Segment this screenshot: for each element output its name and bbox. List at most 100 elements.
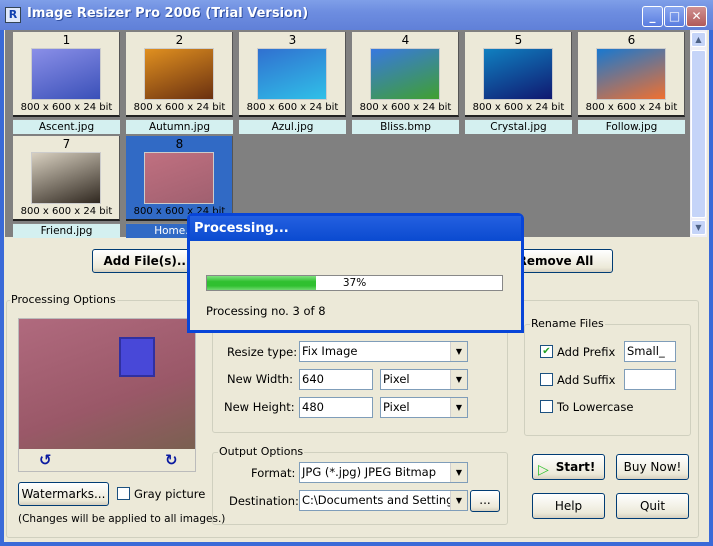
browse-button[interactable]: ... — [470, 490, 500, 512]
thumb-info: 800 x 600 x 24 bit — [133, 102, 226, 113]
thumb-image — [31, 48, 101, 100]
thumb-image — [483, 48, 553, 100]
thumb-filename: Follow.jpg — [578, 119, 685, 134]
format-label: Format: — [251, 466, 296, 480]
width-unit-select[interactable]: Pixel ▼ — [380, 369, 468, 390]
thumb-info: 800 x 600 x 24 bit — [20, 206, 113, 217]
format-select[interactable]: JPG (*.jpg) JPEG Bitmap ▼ — [299, 462, 468, 483]
thumb-info: 800 x 600 x 24 bit — [585, 102, 678, 113]
thumb-image — [144, 152, 214, 204]
chevron-down-icon[interactable]: ▼ — [450, 491, 467, 510]
thumb-number: 8 — [175, 137, 184, 151]
title-bar[interactable]: R Image Resizer Pro 2006 (Trial Version)… — [0, 0, 713, 30]
gallery-item[interactable]: 1 800 x 600 x 24 bit Ascent.jpg — [13, 32, 120, 136]
add-suffix-label: Add Suffix — [557, 373, 616, 387]
changes-note: (Changes will be applied to all images.) — [18, 513, 226, 525]
destination-select[interactable]: C:\Documents and Setting ▼ — [299, 490, 468, 511]
gallery-scrollbar[interactable]: ▲ ▼ — [690, 30, 707, 237]
gray-picture-checkbox[interactable] — [117, 487, 130, 500]
height-unit-select[interactable]: Pixel ▼ — [380, 397, 468, 418]
width-unit-value: Pixel — [383, 372, 410, 386]
scroll-up-icon[interactable]: ▲ — [691, 32, 706, 47]
progress-text: 37% — [342, 277, 367, 289]
start-button[interactable]: ▷ Start! — [532, 454, 605, 480]
resize-type-select[interactable]: Fix Image ▼ — [299, 341, 468, 362]
processing-dialog: Processing... 37% Processing no. 3 of 8 — [187, 213, 524, 333]
gallery-item[interactable]: 7 800 x 600 x 24 bit Friend.jpg — [13, 136, 120, 240]
image-gallery[interactable]: 1 800 x 600 x 24 bit Ascent.jpg 2 800 x 600 … — [5, 30, 690, 240]
scroll-thumb[interactable] — [691, 50, 706, 218]
thumb-image — [144, 48, 214, 100]
gallery-item[interactable]: 3 800 x 600 x 24 bit Azul.jpg — [239, 32, 346, 136]
thumb-filename: Azul.jpg — [239, 119, 346, 134]
new-height-input[interactable]: 480 — [299, 397, 373, 418]
progress-status: Processing no. 3 of 8 — [206, 304, 326, 318]
height-unit-value: Pixel — [383, 400, 410, 414]
chevron-down-icon[interactable]: ▼ — [450, 463, 467, 482]
add-prefix-label: Add Prefix — [557, 345, 616, 359]
rotate-right-icon[interactable]: ↻ — [165, 451, 178, 469]
preview-panel: ↺ ↻ — [18, 318, 196, 472]
gallery-item[interactable]: 2 800 x 600 x 24 bit Autumn.jpg — [126, 32, 233, 136]
close-button[interactable]: ✕ — [686, 6, 707, 27]
thumb-info: 800 x 600 x 24 bit — [246, 102, 339, 113]
rotate-left-icon[interactable]: ↺ — [39, 451, 52, 469]
help-button[interactable]: Help — [532, 493, 605, 519]
chevron-down-icon[interactable]: ▼ — [450, 342, 467, 361]
thumb-number: 1 — [62, 33, 71, 47]
gray-picture-label: Gray picture — [134, 487, 206, 501]
minimize-button[interactable]: _ — [642, 6, 663, 27]
destination-value: C:\Documents and Setting — [302, 493, 454, 507]
lowercase-label: To Lowercase — [557, 400, 634, 414]
add-files-button[interactable]: Add File(s)... — [92, 249, 202, 273]
thumb-filename: Friend.jpg — [13, 223, 120, 238]
window-title: Image Resizer Pro 2006 (Trial Version) — [27, 6, 309, 21]
add-suffix-checkbox[interactable] — [540, 373, 553, 386]
thumb-image — [31, 152, 101, 204]
thumb-filename: Ascent.jpg — [13, 119, 120, 134]
format-value: JPG (*.jpg) JPEG Bitmap — [302, 465, 437, 479]
new-width-input[interactable]: 640 — [299, 369, 373, 390]
app-icon: R — [5, 7, 21, 23]
prefix-input[interactable]: Small_ — [624, 341, 676, 362]
dialog-title: Processing... — [190, 216, 521, 241]
thumb-image — [596, 48, 666, 100]
buy-now-button[interactable]: Buy Now! — [616, 454, 689, 480]
thumb-number: 5 — [514, 33, 523, 47]
quit-button[interactable]: Quit — [616, 493, 689, 519]
thumb-image — [370, 48, 440, 100]
suffix-input[interactable] — [624, 369, 676, 390]
thumb-filename: Bliss.bmp — [352, 119, 459, 134]
thumb-image — [257, 48, 327, 100]
new-height-label: New Height: — [224, 400, 295, 414]
rename-files-label: Rename Files — [530, 317, 605, 330]
destination-label: Destination: — [229, 494, 299, 508]
dialog-body: 37% Processing no. 3 of 8 — [190, 241, 521, 330]
preview-image — [19, 319, 195, 449]
thumb-filename: Autumn.jpg — [126, 119, 233, 134]
start-label: Start! — [555, 460, 596, 474]
processing-options-label: Processing Options — [10, 293, 117, 306]
thumb-info: 800 x 600 x 24 bit — [359, 102, 452, 113]
gallery-item[interactable]: 6 800 x 600 x 24 bit Follow.jpg — [578, 32, 685, 136]
gallery-item[interactable]: 4 800 x 600 x 24 bit Bliss.bmp — [352, 32, 459, 136]
watermarks-button[interactable]: Watermarks... — [18, 482, 109, 506]
thumb-number: 4 — [401, 33, 410, 47]
chevron-down-icon[interactable]: ▼ — [450, 398, 467, 417]
scroll-down-icon[interactable]: ▼ — [691, 220, 706, 235]
lowercase-checkbox[interactable] — [540, 400, 553, 413]
thumb-number: 6 — [627, 33, 636, 47]
thumb-number: 2 — [175, 33, 184, 47]
maximize-button[interactable]: □ — [664, 6, 685, 27]
thumb-filename: Crystal.jpg — [465, 119, 572, 134]
window-in-photo — [119, 337, 155, 377]
chevron-down-icon[interactable]: ▼ — [450, 370, 467, 389]
thumb-number: 7 — [62, 137, 71, 151]
thumb-number: 3 — [288, 33, 297, 47]
thumb-info: 800 x 600 x 24 bit — [20, 102, 113, 113]
progress-bar: 37% — [206, 275, 503, 291]
output-options-label: Output Options — [218, 445, 305, 458]
add-prefix-checkbox[interactable]: ✔ — [540, 345, 553, 358]
new-width-label: New Width: — [227, 372, 294, 386]
gallery-item[interactable]: 5 800 x 600 x 24 bit Crystal.jpg — [465, 32, 572, 136]
